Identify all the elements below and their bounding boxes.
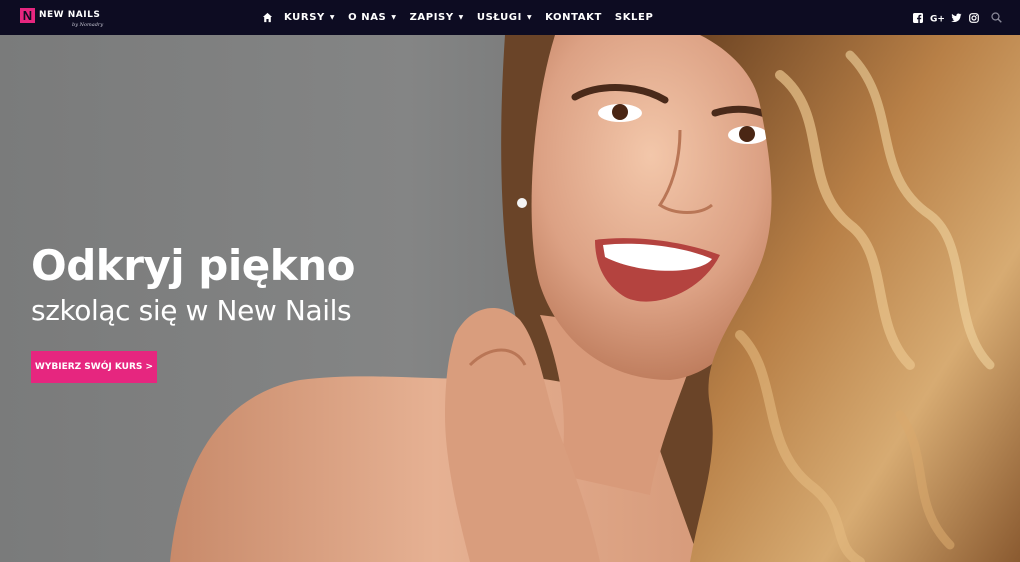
instagram-icon[interactable]	[969, 12, 979, 23]
menu-item-label: SKLEP	[614, 12, 654, 23]
brand-logo[interactable]: N NEW NAILS by Nomadry	[20, 8, 103, 28]
social-links: G+	[913, 0, 1002, 35]
choose-course-button[interactable]: WYBIERZ SWÓJ KURS >	[31, 351, 157, 383]
main-menu: KURSY ▼ O NAS ▼ ZAPISY ▼ USŁUGI ▼ KONTAK…	[262, 0, 666, 35]
menu-item-kontakt[interactable]: KONTAKT	[545, 12, 602, 23]
chevron-down-icon: ▼	[391, 14, 397, 21]
hero-banner: Odkryj piękno szkoląc się w New Nails WY…	[0, 35, 1020, 562]
search-icon[interactable]	[991, 12, 1002, 23]
hero-subheadline: szkoląc się w New Nails	[31, 294, 352, 327]
top-navigation-bar: N NEW NAILS by Nomadry KURSY ▼ O NAS ▼ Z…	[0, 0, 1020, 35]
hero-headline: Odkryj piękno	[31, 241, 355, 290]
menu-item-label: KURSY	[284, 12, 325, 23]
svg-text:G+: G+	[930, 14, 944, 23]
menu-item-label: O NAS	[348, 12, 387, 23]
chevron-down-icon: ▼	[458, 14, 464, 21]
menu-item-zapisy[interactable]: ZAPISY ▼	[410, 12, 464, 23]
chevron-down-icon: ▼	[526, 14, 533, 21]
menu-item-label: USŁUGI	[476, 12, 522, 23]
menu-item-sklep[interactable]: SKLEP	[615, 12, 653, 23]
menu-item-kursy[interactable]: KURSY ▼	[284, 12, 335, 23]
home-icon[interactable]	[262, 12, 273, 23]
menu-item-uslugi[interactable]: USŁUGI ▼	[477, 12, 532, 23]
facebook-icon[interactable]	[913, 12, 923, 23]
twitter-icon[interactable]	[951, 13, 962, 23]
chevron-down-icon: ▼	[329, 14, 336, 21]
logo-wordmark: NEW NAILS	[39, 10, 101, 20]
menu-item-label: ZAPISY	[409, 12, 454, 23]
logo-tagline: by Nomadry	[72, 22, 104, 28]
google-plus-icon[interactable]: G+	[930, 13, 944, 23]
menu-item-o-nas[interactable]: O NAS ▼	[348, 12, 397, 23]
logo-mark: N	[20, 8, 35, 23]
menu-item-label: KONTAKT	[545, 12, 602, 23]
